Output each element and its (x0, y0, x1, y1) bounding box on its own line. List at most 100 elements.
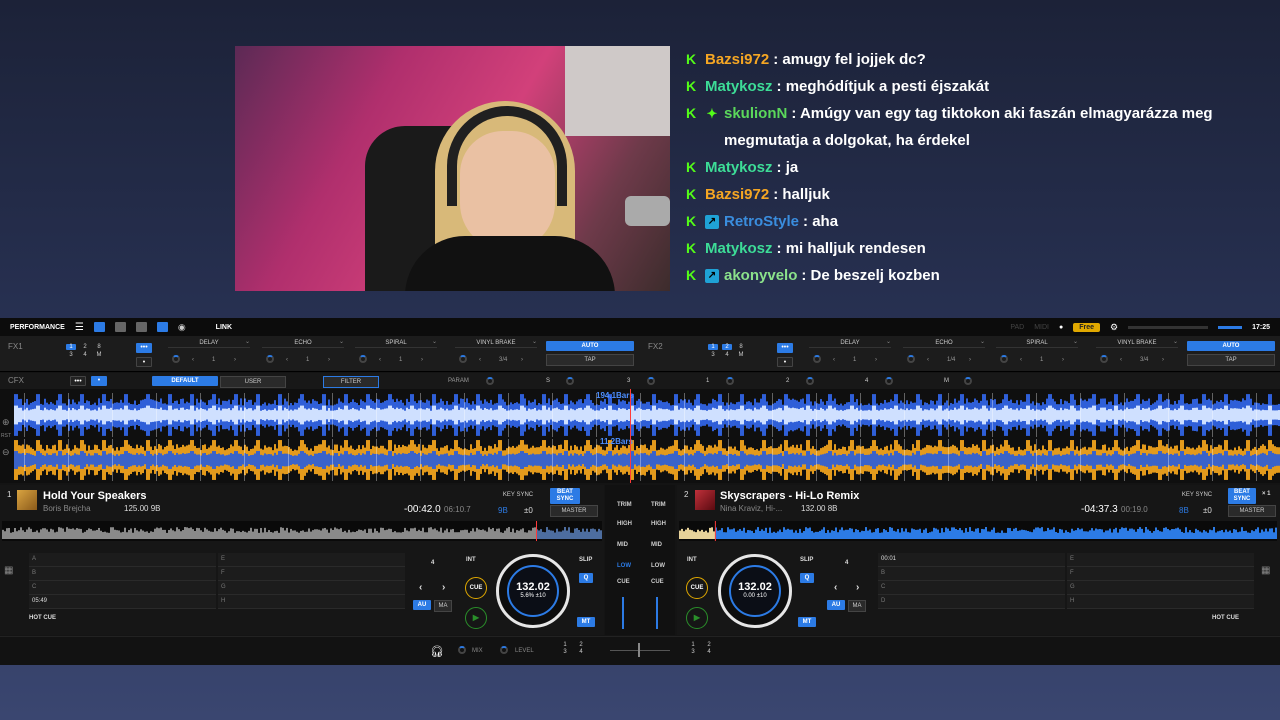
chat-username[interactable]: Bazsi972 (705, 51, 769, 68)
hotcue-pad[interactable]: B (878, 567, 1065, 581)
info-icon[interactable]: ● (1059, 324, 1063, 331)
fx2-effect-select[interactable]: VINYL BRAKE (1096, 338, 1178, 348)
cfx-more-button[interactable]: ••• (70, 376, 86, 386)
fx1-effect-select[interactable]: VINYL BRAKE (455, 338, 537, 348)
chat-username[interactable]: Matykosz (705, 78, 773, 95)
fx1-effect-knob[interactable] (459, 355, 467, 363)
fx1-add-button[interactable]: • (136, 357, 152, 367)
fx2-next-icon[interactable]: › (1162, 357, 1164, 363)
deck1-play-button[interactable]: ▶ (465, 607, 487, 629)
deck2-fx-assign[interactable]: 1234 (688, 642, 714, 655)
deck2-jogwheel[interactable]: 132.02 0.00 ±10 (718, 554, 792, 628)
fx1-deck-select[interactable]: 12834M (66, 344, 104, 358)
fx-assign-num[interactable]: 3 (560, 649, 570, 655)
deck1-key-sync-button[interactable]: KEY SYNC (498, 490, 538, 500)
fx1-deck-num[interactable]: M (94, 352, 104, 358)
record-icon[interactable]: ◉ (178, 322, 186, 333)
chat-username[interactable]: Matykosz (705, 240, 773, 257)
fx2-deck-num[interactable]: M (736, 352, 746, 358)
hotcue-pad[interactable]: A (29, 553, 216, 567)
fx-assign-num[interactable]: 2 (704, 642, 714, 648)
fx1-effect-knob[interactable] (359, 355, 367, 363)
deck1-jogwheel[interactable]: 132.02 5.6% ±10 (496, 554, 570, 628)
fx2-deck-num[interactable]: 3 (708, 352, 718, 358)
cfx-filter-button[interactable]: FILTER (323, 376, 379, 388)
deck2-play-button[interactable]: ▶ (686, 607, 708, 629)
cfx-slot-knob[interactable] (964, 377, 972, 385)
deck2-ma-button[interactable]: MA (848, 600, 866, 612)
deck1-overview-waveform[interactable] (2, 521, 602, 541)
fx2-more-button[interactable]: ••• (777, 343, 793, 353)
cfx-slot-knob[interactable] (885, 377, 893, 385)
cfx-param-knob[interactable] (486, 377, 494, 385)
link-button[interactable]: LINK (216, 324, 232, 331)
cfx-slot-knob[interactable] (647, 377, 655, 385)
deck1-master-button[interactable]: MASTER (550, 505, 598, 517)
chat-username[interactable]: Bazsi972 (705, 186, 769, 203)
hotcue-pad[interactable]: F (1067, 567, 1254, 581)
fx1-effect-select[interactable]: DELAY (168, 338, 250, 348)
fx2-auto-button[interactable]: AUTO (1187, 341, 1275, 351)
fx1-auto-button[interactable]: AUTO (546, 341, 634, 351)
hotcue-pad[interactable]: E (218, 553, 405, 567)
crossfader[interactable] (610, 650, 670, 651)
fx1-effect-select[interactable]: ECHO (262, 338, 344, 348)
deck1-ma-button[interactable]: MA (434, 600, 452, 612)
fx1-deck-num[interactable]: 8 (94, 344, 104, 350)
hotcue-pad[interactable]: B (29, 567, 216, 581)
hotcue-pad[interactable]: 05:49 (29, 595, 216, 609)
deck1-int-select[interactable]: INT (466, 557, 476, 563)
fx2-effect-select[interactable]: ECHO (903, 338, 985, 348)
fx-assign-num[interactable]: 2 (576, 642, 586, 648)
chat-username[interactable]: RetroStyle (724, 213, 799, 230)
deck1-cue-button[interactable]: CUE (465, 577, 487, 599)
chat-username[interactable]: skulionN (724, 105, 787, 122)
hotcue-pad[interactable]: D (878, 595, 1065, 609)
cfx-default-button[interactable]: DEFAULT (152, 376, 218, 386)
volume-slider[interactable] (1218, 325, 1243, 329)
fx1-next-icon[interactable]: › (521, 357, 523, 363)
deck2-overview-waveform[interactable] (679, 521, 1277, 541)
fx1-next-icon[interactable]: › (421, 357, 423, 363)
fx2-add-button[interactable]: • (777, 357, 793, 367)
fx2-deck-num[interactable]: 1 (708, 344, 718, 350)
fx1-deck-num[interactable]: 1 (66, 344, 76, 350)
fx2-effect-knob[interactable] (907, 355, 915, 363)
deck2-beatjump-back-icon[interactable]: ‹ (834, 582, 837, 593)
performance-mode-select[interactable]: PERFORMANCE (10, 324, 65, 331)
fx2-next-icon[interactable]: › (875, 357, 877, 363)
crossfader-handle[interactable] (638, 643, 640, 657)
fx-assign-num[interactable]: 1 (688, 642, 698, 648)
fx-assign-num[interactable]: 3 (688, 649, 698, 655)
deck2-waveform[interactable] (14, 439, 1280, 481)
fx2-deck-num[interactable]: 8 (736, 344, 746, 350)
deck1-au-button[interactable]: AU (413, 600, 431, 610)
deck2-multiplier[interactable]: × 1 (1262, 491, 1271, 497)
hotcue-pad[interactable]: F (218, 567, 405, 581)
deck1-beatjump-forward-icon[interactable]: › (442, 582, 445, 593)
fx1-prev-icon[interactable]: ‹ (286, 357, 288, 363)
fx2-tap-button[interactable]: TAP (1187, 354, 1275, 366)
deck2-quantize-button[interactable]: Q (800, 573, 814, 583)
fx1-effect-knob[interactable] (172, 355, 180, 363)
deck2-slip-button[interactable]: SLIP (800, 557, 813, 563)
zoom-in-icon[interactable]: ⊕ (2, 417, 10, 428)
hotcue-pad[interactable]: H (1067, 595, 1254, 609)
menu-icon[interactable]: ☰ (75, 322, 84, 333)
cfx-user-button[interactable]: USER (220, 376, 286, 388)
fx1-prev-icon[interactable]: ‹ (379, 357, 381, 363)
deck1-quantize-button[interactable]: Q (579, 573, 593, 583)
deck1-pitch-display[interactable]: ±0 (524, 506, 533, 515)
deck1-hotcue-select[interactable]: HOT CUE (29, 615, 56, 621)
fx2-effect-knob[interactable] (1000, 355, 1008, 363)
fx2-deck-num[interactable]: 4 (722, 352, 732, 358)
deck1-fx-assign[interactable]: 1234 (560, 642, 586, 655)
deck2-cue-button[interactable]: CUE (686, 577, 708, 599)
hotcue-pad[interactable]: H (218, 595, 405, 609)
zoom-out-icon[interactable]: ⊖ (2, 447, 10, 458)
deck2-beat-sync-button[interactable]: BEAT SYNC (1228, 488, 1256, 504)
fx1-deck-num[interactable]: 3 (66, 352, 76, 358)
hotcue-pad[interactable]: C (878, 581, 1065, 595)
fx1-more-button[interactable]: ••• (136, 343, 152, 353)
chat-username[interactable]: akonyvelo (724, 267, 797, 284)
